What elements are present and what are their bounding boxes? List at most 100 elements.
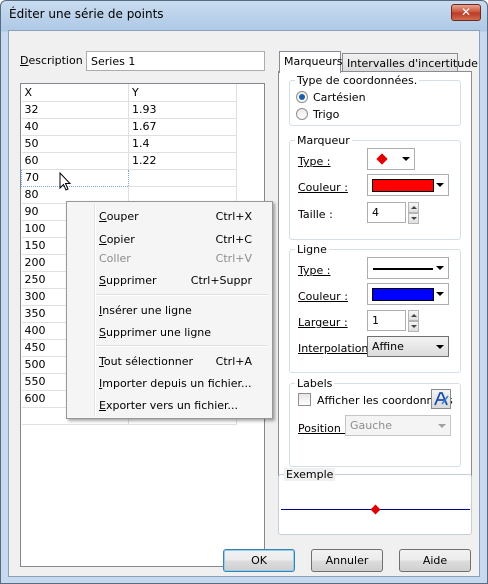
radio-trigo[interactable] — [296, 108, 308, 120]
menu-item-text: upprimer une ligne — [105, 326, 212, 339]
y-cell[interactable]: 1.22 — [128, 152, 237, 170]
chevron-down-icon — [436, 266, 444, 270]
menu-item-shortcut: Ctrl+A — [215, 355, 252, 368]
cancel-button[interactable]: Annuler — [311, 549, 383, 572]
tab-marqueurs[interactable]: Marqueurs — [279, 51, 343, 73]
menu-supprimer[interactable]: Supprimer Ctrl+Suppr — [69, 270, 270, 292]
menu-item-shortcut: Ctrl+Suppr — [190, 274, 252, 287]
menu-item-accelerator: C — [99, 210, 107, 223]
menu-item-shortcut: Ctrl+C — [215, 233, 252, 246]
menu-inserer-ligne[interactable]: Insérer une ligne — [69, 300, 270, 322]
menu-item-text: opier — [106, 233, 135, 246]
help-button[interactable]: Aide — [399, 549, 471, 572]
menu-item-label: Copier — [99, 233, 135, 246]
interpolation-value: Affine — [372, 340, 404, 353]
line-width-spinner[interactable] — [408, 310, 419, 332]
menu-item-shortcut: Ctrl+V — [215, 252, 252, 265]
position-label: Position : — [298, 422, 349, 435]
dialog-window: Éditer une série de points ✕ Description… — [0, 0, 488, 584]
menu-item-label: Supprimer — [99, 274, 157, 287]
markers-panel: Type de coordonnées. Cartésien Trigo Mar… — [278, 71, 472, 483]
menu-item-label: Importer depuis un fichier... — [99, 377, 252, 390]
line-width-input[interactable]: 1 — [367, 310, 406, 331]
marker-size-spinner[interactable] — [408, 202, 419, 224]
y-cell[interactable]: 1.4 — [128, 135, 237, 153]
menu-item-text: mporter depuis un fichier... — [102, 377, 252, 390]
marker-type-label: Type : — [298, 155, 331, 168]
y-cell[interactable] — [128, 169, 237, 187]
y-cell[interactable]: 1.93 — [128, 101, 237, 119]
spin-down-icon[interactable] — [408, 321, 419, 332]
interpolation-select[interactable]: Affine — [367, 336, 449, 357]
show-coords-checkbox[interactable] — [298, 393, 311, 406]
solid-line-icon — [373, 268, 433, 270]
menu-importer[interactable]: Importer depuis un fichier... — [69, 373, 270, 395]
tab-intervalles[interactable]: Intervalles d'incertitude — [342, 53, 478, 73]
marker-legend: Marqueur — [295, 134, 352, 147]
menu-separator — [96, 345, 268, 347]
table-row[interactable]: 70 — [21, 168, 237, 187]
menu-item-label: Exporter vers un fichier... — [99, 399, 238, 412]
line-color-label: Couleur : — [298, 290, 348, 303]
ok-button[interactable]: OK — [223, 549, 295, 572]
x-cell[interactable]: 60 — [21, 152, 129, 170]
line-width-label: Largeur : — [298, 316, 348, 329]
menu-item-text: upprimer — [105, 274, 157, 287]
diamond-marker-icon — [376, 153, 388, 165]
title-bar[interactable]: Éditer une série de points ✕ — [1, 1, 487, 29]
table-row[interactable]: 50 1.4 — [21, 135, 237, 153]
font-icon — [434, 392, 449, 406]
marker-type-combo[interactable] — [367, 148, 415, 170]
menu-item-shortcut: Ctrl+X — [215, 210, 252, 223]
menu-exporter[interactable]: Exporter vers un fichier... — [69, 395, 270, 417]
radio-cartesien[interactable] — [296, 91, 308, 103]
menu-item-text: nsérer une ligne — [102, 304, 192, 317]
menu-item-accelerator: C — [99, 233, 107, 246]
spin-up-icon[interactable] — [408, 310, 419, 321]
menu-item-text: ouper — [106, 210, 139, 223]
y-cell[interactable]: 1.67 — [128, 118, 237, 136]
table-header-row: XY — [21, 84, 237, 102]
chevron-down-icon — [436, 345, 444, 349]
line-type-combo[interactable] — [367, 257, 449, 279]
marker-color-label: Couleur : — [298, 181, 348, 194]
description-input[interactable]: Series 1 — [86, 51, 265, 71]
interpolation-label: Interpolation : — [298, 342, 376, 355]
menu-item-label: Coller — [99, 252, 131, 265]
column-header[interactable]: X — [21, 84, 129, 102]
menu-tout-selectionner[interactable]: Tout sélectionner Ctrl+A — [69, 351, 270, 373]
x-cell[interactable]: 50 — [21, 135, 129, 153]
menu-couper[interactable]: Couper Ctrl+X — [69, 206, 270, 228]
menu-item-accelerator: S — [99, 274, 106, 287]
menu-coller[interactable]: Coller Ctrl+V — [69, 248, 270, 270]
x-cell[interactable]: 40 — [21, 118, 129, 136]
x-cell[interactable]: 32 — [21, 101, 129, 119]
line-color-combo[interactable] — [367, 283, 449, 305]
chevron-down-icon — [436, 183, 444, 187]
line-type-label: Type : — [298, 264, 331, 277]
table-row[interactable]: 40 1.67 — [21, 118, 237, 136]
marker-color-combo[interactable] — [367, 174, 449, 196]
position-select[interactable]: Gauche — [345, 415, 451, 436]
menu-item-label: Supprimer une ligne — [99, 326, 211, 339]
menu-item-label: Couper — [99, 210, 139, 223]
font-button[interactable] — [431, 389, 451, 409]
x-cell[interactable]: 70 — [21, 168, 129, 187]
spin-up-icon[interactable] — [408, 202, 419, 213]
spin-down-icon[interactable] — [408, 213, 419, 224]
example-legend: Exemple — [284, 468, 336, 481]
menu-supprimer-ligne[interactable]: Supprimer une ligne — [69, 322, 270, 344]
table-row[interactable]: 32 1.93 — [21, 101, 237, 119]
line-legend: Ligne — [295, 243, 329, 256]
menu-item-accelerator: S — [99, 326, 106, 339]
line-color-swatch — [372, 288, 434, 301]
column-header[interactable]: Y — [128, 84, 237, 102]
context-menu: Couper Ctrl+X Copier Ctrl+C Coller Ctrl+V Supp… — [66, 201, 273, 419]
menu-item-text: out sélectionner — [103, 355, 194, 368]
marker-size-input[interactable]: 4 — [367, 202, 406, 223]
close-button[interactable]: ✕ — [451, 4, 481, 21]
radio-trigo-label: Trigo — [313, 108, 340, 121]
menu-separator — [96, 294, 268, 296]
table-row[interactable]: 60 1.22 — [21, 152, 237, 170]
description-label: Description : — [20, 54, 90, 67]
